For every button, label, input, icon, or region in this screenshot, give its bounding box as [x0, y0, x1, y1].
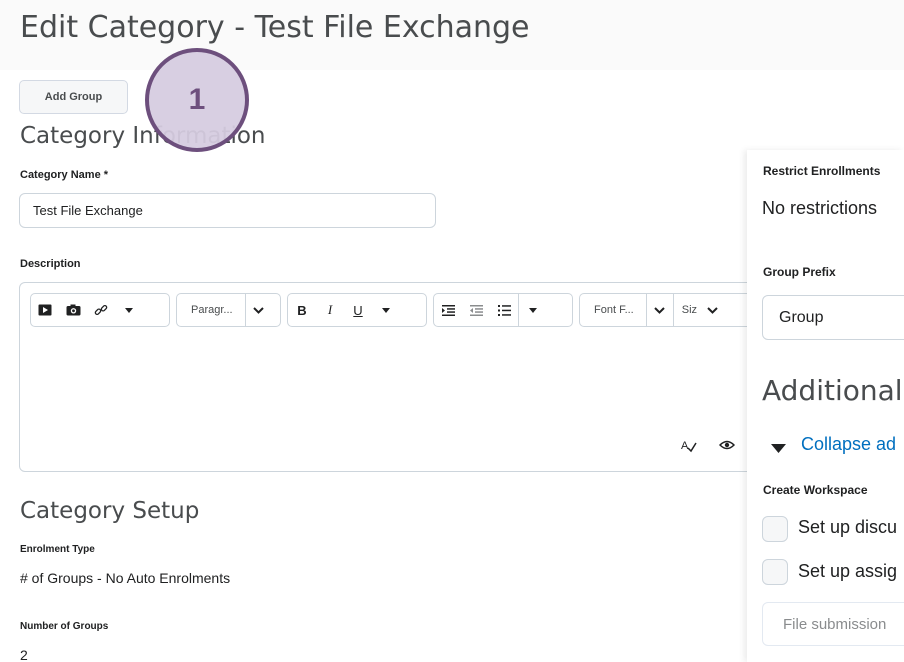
additional-options-heading: Additional — [762, 374, 903, 407]
category-name-label: Category Name * — [20, 169, 109, 181]
insert-more-chevron-icon[interactable] — [115, 294, 143, 326]
number-of-groups-label: Number of Groups — [20, 621, 109, 632]
list-toolbar-group — [433, 293, 573, 327]
page-title: Edit Category - Test File Exchange — [20, 10, 530, 45]
add-group-button[interactable]: Add Group — [19, 80, 128, 114]
restrict-enrollments-label: Restrict Enrollments — [763, 164, 881, 178]
font-family-chevron-icon — [647, 294, 673, 326]
discussions-checkbox[interactable] — [762, 516, 788, 542]
text-style-toolbar-group: B I U — [287, 293, 427, 327]
outdent-icon[interactable] — [462, 294, 490, 326]
underline-button[interactable]: U — [344, 294, 372, 326]
enrolment-type-label: Enrolment Type — [20, 544, 95, 555]
indent-icon[interactable] — [434, 294, 462, 326]
italic-button[interactable]: I — [316, 294, 344, 326]
accessibility-check-icon[interactable] — [718, 439, 736, 458]
insert-toolbar-group — [30, 293, 170, 327]
number-of-groups-value: 2 — [20, 647, 28, 662]
restrict-enrollments-value: No restrictions — [762, 198, 878, 218]
insert-image-icon[interactable] — [59, 294, 87, 326]
chevron-down-icon — [246, 294, 272, 326]
insert-link-icon[interactable] — [87, 294, 115, 326]
description-label: Description — [20, 258, 81, 270]
group-prefix-input[interactable]: Group — [762, 295, 904, 340]
assignments-checkbox[interactable] — [762, 559, 788, 585]
spellcheck-icon[interactable]: A — [681, 439, 697, 458]
file-submission-input[interactable]: File submission — [762, 602, 904, 646]
enrolment-type-value: # of Groups - No Auto Enrolments — [20, 570, 231, 586]
assignments-option-label: Set up assig — [798, 561, 898, 581]
discussions-option-label: Set up discu — [798, 517, 898, 537]
caret-down-icon — [771, 440, 786, 458]
insert-video-icon[interactable] — [31, 294, 59, 326]
bullet-list-icon[interactable] — [490, 294, 518, 326]
group-options-panel: Restrict Enrollments No restrictions Gro… — [747, 150, 904, 662]
group-prefix-label: Group Prefix — [763, 265, 836, 279]
category-setup-heading: Category Setup — [20, 498, 200, 524]
paragraph-format-select[interactable]: Paragr... — [176, 293, 281, 327]
list-more-chevron-icon[interactable] — [519, 294, 547, 326]
text-style-more-chevron-icon[interactable] — [372, 294, 400, 326]
collapse-additional-options-link[interactable]: Collapse ad — [801, 434, 896, 455]
font-size-chevron-icon — [704, 294, 722, 326]
paragraph-format-label: Paragr... — [191, 304, 233, 316]
bold-button[interactable]: B — [288, 294, 316, 326]
step-callout-badge: 1 — [145, 48, 249, 152]
description-editor[interactable]: Paragr... B I U Font F... Siz A — [19, 282, 761, 472]
font-size-select[interactable]: Siz — [674, 294, 704, 326]
category-name-input[interactable]: Test File Exchange — [19, 193, 436, 228]
font-toolbar-group: Font F... Siz — [579, 293, 761, 327]
font-family-select[interactable]: Font F... — [580, 294, 646, 326]
svg-text:A: A — [681, 440, 689, 452]
create-workspace-label: Create Workspace — [763, 483, 868, 497]
